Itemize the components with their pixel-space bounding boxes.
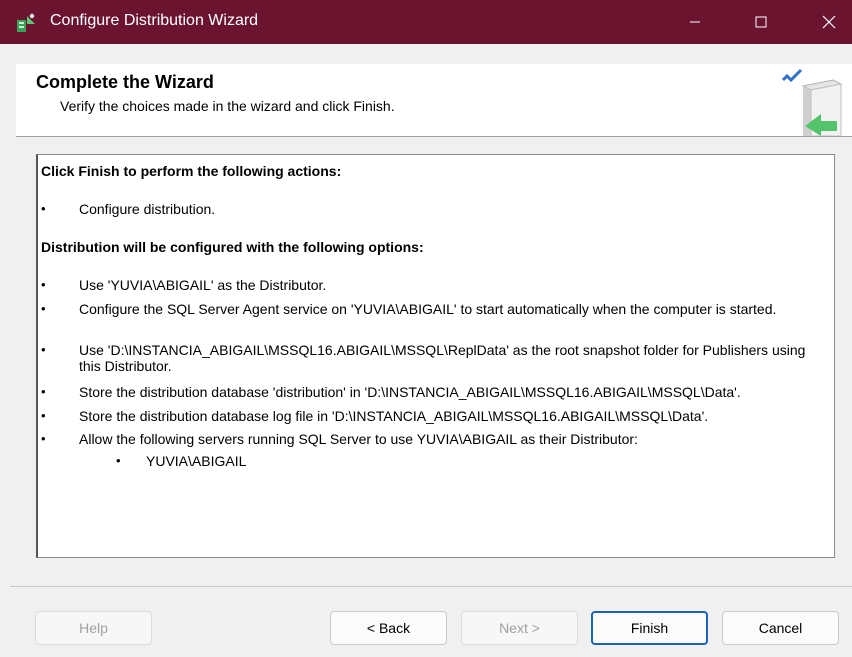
finish-button[interactable]: Finish	[591, 611, 708, 645]
summary-panel: Click Finish to perform the following ac…	[36, 154, 835, 558]
option-text: Allow the following servers running SQL …	[79, 431, 638, 447]
minimize-button[interactable]	[672, 0, 718, 44]
bullet: •	[41, 408, 46, 423]
list-item: • Use 'YUVIA\ABIGAIL' as the Distributor…	[41, 277, 831, 293]
list-item: • Use 'D:\INSTANCIA_ABIGAIL\MSSQL16.ABIG…	[41, 342, 831, 374]
minimize-icon	[690, 21, 700, 23]
list-item: • Store the distribution database log fi…	[41, 408, 831, 424]
options-heading: Distribution will be configured with the…	[41, 239, 424, 255]
bullet: •	[41, 342, 46, 357]
next-button[interactable]: Next >	[461, 611, 578, 645]
server-name: YUVIA\ABIGAIL	[146, 453, 247, 469]
close-icon	[822, 15, 836, 29]
list-item: • Configure distribution.	[41, 201, 831, 217]
option-text: Store the distribution database log file…	[79, 408, 709, 424]
list-item: • Configure the SQL Server Agent service…	[41, 301, 831, 317]
bullet: •	[41, 301, 46, 316]
window-title: Configure Distribution Wizard	[50, 12, 259, 29]
maximize-icon	[755, 16, 767, 28]
separator	[10, 586, 852, 587]
bullet: •	[41, 431, 46, 446]
help-button[interactable]: Help	[35, 611, 152, 645]
title-bar: Configure Distribution Wizard	[0, 0, 852, 44]
page-subtitle: Verify the choices made in the wizard an…	[60, 98, 395, 114]
actions-heading: Click Finish to perform the following ac…	[41, 163, 342, 179]
bullet: •	[41, 277, 46, 292]
page-title: Complete the Wizard	[36, 72, 214, 92]
server-check-icon	[781, 68, 843, 136]
bullet: •	[41, 384, 46, 399]
server-list-item: • YUVIA\ABIGAIL	[116, 453, 246, 469]
bullet: •	[41, 201, 46, 216]
wizard-header: Complete the Wizard Verify the choices m…	[16, 64, 852, 137]
back-button[interactable]: < Back	[330, 611, 447, 645]
option-text: Use 'D:\INSTANCIA_ABIGAIL\MSSQL16.ABIGAI…	[79, 342, 806, 374]
cancel-button[interactable]: Cancel	[722, 611, 839, 645]
option-text: Use 'YUVIA\ABIGAIL' as the Distributor.	[79, 277, 327, 293]
option-text: Store the distribution database 'distrib…	[79, 384, 741, 400]
list-item: • Store the distribution database 'distr…	[41, 384, 831, 400]
list-item: • Allow the following servers running SQ…	[41, 431, 831, 447]
close-button[interactable]	[806, 0, 852, 44]
maximize-button[interactable]	[738, 0, 784, 44]
action-text: Configure distribution.	[79, 201, 216, 217]
app-icon	[17, 13, 35, 32]
bullet: •	[116, 453, 121, 468]
option-text: Configure the SQL Server Agent service o…	[79, 301, 777, 317]
